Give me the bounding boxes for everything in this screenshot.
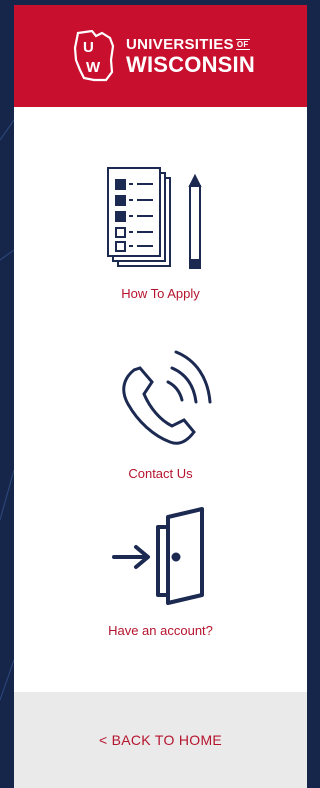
back-to-home-link[interactable]: < BACK TO HOME <box>99 732 222 748</box>
footer-bar: < BACK TO HOME <box>14 692 307 788</box>
side-panel: U W UNIVERSITIES OF WISCONSIN How To App… <box>14 5 307 788</box>
how-to-apply-link[interactable]: How To Apply <box>14 162 307 301</box>
svg-text:W: W <box>86 59 101 76</box>
logo-of-mark: OF <box>235 38 250 50</box>
wisconsin-crest-icon: U W <box>73 30 115 82</box>
contact-us-label: Contact Us <box>128 466 193 481</box>
brand-header: U W UNIVERSITIES OF WISCONSIN <box>14 5 307 107</box>
quick-links-menu: How To Apply Contact Us Have an account? <box>14 107 307 692</box>
contact-us-link[interactable]: Contact Us <box>14 342 307 481</box>
checklist-icon <box>106 167 202 269</box>
door-login-icon <box>111 507 204 605</box>
phone-icon <box>121 350 211 445</box>
logo-universities-text: UNIVERSITIES <box>126 35 234 53</box>
logo-wisconsin-text: WISCONSIN <box>126 51 255 77</box>
logo-wordmark: UNIVERSITIES OF WISCONSIN <box>126 37 255 76</box>
how-to-apply-label: How To Apply <box>121 286 200 301</box>
have-an-account-label: Have an account? <box>108 623 213 638</box>
have-an-account-link[interactable]: Have an account? <box>14 507 307 638</box>
universities-of-wisconsin-logo[interactable]: U W UNIVERSITIES OF WISCONSIN <box>72 30 255 82</box>
svg-text:U: U <box>83 39 94 56</box>
